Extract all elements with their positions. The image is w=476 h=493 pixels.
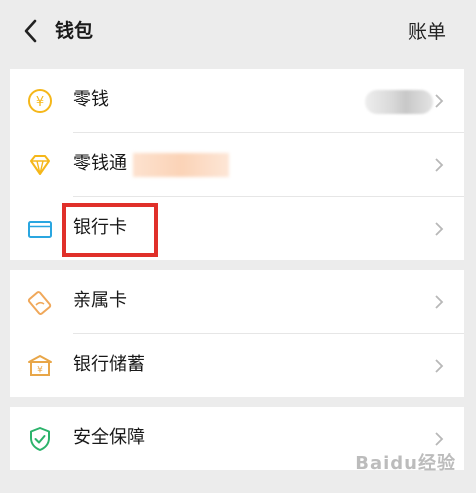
family-card-icon <box>27 291 52 315</box>
chevron-right-icon <box>435 359 444 373</box>
blurred-rate <box>133 153 229 177</box>
chevron-right-icon <box>435 94 444 108</box>
wallet-card-group: 亲属卡 ¥ 银行储蓄 <box>10 270 464 397</box>
watermark: Baidu经验 <box>355 453 456 474</box>
top-bar: 钱包 账单 <box>0 0 476 62</box>
list-item-family-card[interactable]: 亲属卡 <box>10 270 464 333</box>
chevron-right-icon <box>435 295 444 309</box>
svg-text:¥: ¥ <box>37 366 43 376</box>
svg-text:¥: ¥ <box>36 95 44 110</box>
chevron-right-icon <box>435 158 444 172</box>
yuan-coin-icon: ¥ <box>28 89 52 113</box>
bank-building-icon: ¥ <box>28 355 52 376</box>
family-card-label: 亲属卡 <box>73 290 127 311</box>
list-item-bank-savings[interactable]: ¥ 银行储蓄 <box>10 334 464 397</box>
shield-check-icon <box>30 427 50 451</box>
bill-button[interactable]: 账单 <box>408 19 446 45</box>
lingqiantong-label: 零钱通 <box>73 153 127 174</box>
list-item-lingqiantong[interactable]: 零钱通 <box>10 133 464 196</box>
highlight-box <box>62 203 158 257</box>
security-label: 安全保障 <box>73 427 145 448</box>
change-label: 零钱 <box>73 89 109 110</box>
bank-card-icon <box>28 221 52 238</box>
bank-savings-label: 银行储蓄 <box>73 354 145 375</box>
diamond-icon <box>30 155 50 175</box>
list-item-change[interactable]: ¥ 零钱 <box>10 69 464 132</box>
chevron-right-icon <box>435 432 444 446</box>
back-arrow-icon[interactable] <box>20 17 42 45</box>
chevron-right-icon <box>435 222 444 236</box>
blurred-balance <box>365 90 433 114</box>
page-title: 钱包 <box>55 20 94 42</box>
